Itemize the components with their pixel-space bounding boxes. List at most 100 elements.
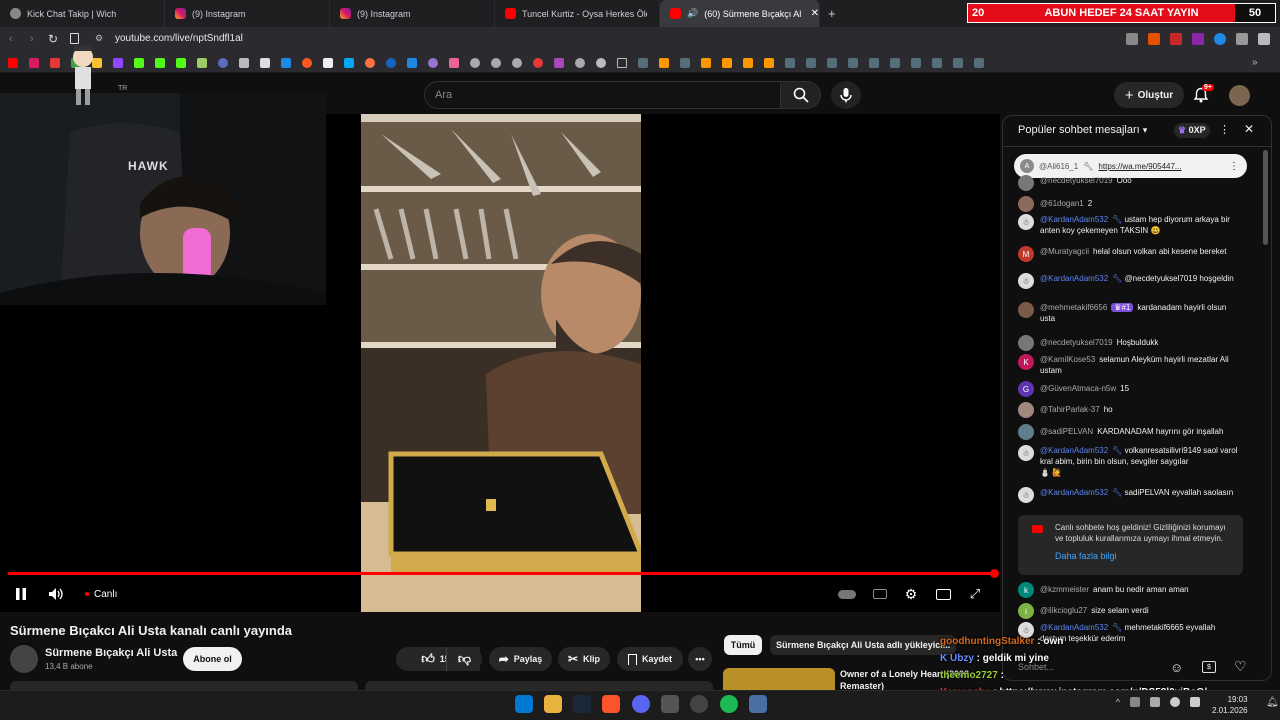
subscribe-button[interactable]: Abone ol (183, 647, 242, 671)
bookmark-icon[interactable] (386, 58, 396, 68)
url-field[interactable]: youtube.com/live/nptSndfl1al (115, 33, 243, 44)
bookmark-icon[interactable] (764, 58, 774, 68)
super-chat-icon[interactable]: $ (1202, 661, 1216, 673)
close-chat-icon[interactable]: ✕ (1244, 122, 1254, 136)
steam-icon[interactable] (680, 58, 690, 68)
chat-author[interactable]: @Muratyagcii (1040, 247, 1089, 256)
kick-icon[interactable] (176, 58, 186, 68)
scrubber-handle[interactable] (990, 569, 999, 578)
close-tab-icon[interactable]: ✕ (811, 8, 819, 19)
steam-icon[interactable] (785, 58, 795, 68)
tray-icon[interactable] (1150, 697, 1160, 707)
bookmark-icon[interactable] (491, 58, 501, 68)
new-tab-button[interactable]: + (828, 6, 836, 21)
bookmark-icon[interactable] (743, 58, 753, 68)
chat-mode-dropdown[interactable]: Popüler sohbet mesajları ▾ (1018, 124, 1147, 136)
channel-name[interactable]: Sürmene Bıçakçı Ali Usta (45, 647, 177, 659)
steam-icon[interactable] (932, 58, 942, 68)
forward-icon[interactable]: › (30, 33, 34, 45)
steam-icon[interactable] (890, 58, 900, 68)
chat-author[interactable]: @KamilKose53 (1040, 355, 1095, 364)
extension-icon[interactable] (1126, 33, 1138, 45)
search-input[interactable]: Ara (424, 81, 781, 109)
bookmark-icon[interactable] (365, 58, 375, 68)
bookmark-icon[interactable] (428, 58, 438, 68)
voice-search-button[interactable] (831, 81, 861, 109)
bookmark-icon[interactable] (70, 33, 79, 44)
file-explorer-icon[interactable] (544, 695, 562, 713)
pause-button[interactable] (12, 585, 30, 603)
steam-icon[interactable] (911, 58, 921, 68)
learn-more-link[interactable]: Daha fazla bilgi (1055, 551, 1117, 561)
chat-author[interactable]: @KardanAdam532 (1040, 446, 1108, 455)
bookmark-icon[interactable] (512, 58, 522, 68)
more-icon[interactable]: ⋮ (1229, 161, 1239, 172)
obs-icon[interactable] (690, 695, 708, 713)
brave-shield-icon[interactable] (1148, 33, 1160, 45)
bookmark-icon[interactable] (218, 58, 228, 68)
bookmark-icon[interactable] (407, 58, 417, 68)
discord-icon[interactable] (632, 695, 650, 713)
steam-icon[interactable] (869, 58, 879, 68)
chat-author[interactable]: @KardanAdam532 (1040, 488, 1108, 497)
reddit-icon[interactable] (302, 58, 312, 68)
browser-tab[interactable]: (9) Instagram (165, 0, 330, 27)
clip-button[interactable]: ✂ Klip (558, 647, 610, 671)
reload-icon[interactable]: ↻ (48, 32, 58, 46)
chip-uploader[interactable]: Sürmene Bıçakçı Ali Usta adlı yükleyici.… (770, 635, 957, 655)
app-icon[interactable] (749, 695, 767, 713)
volume-button[interactable] (47, 585, 65, 603)
save-button[interactable]: Kaydet (617, 647, 683, 671)
chat-author[interactable]: @TahirParlak-37 (1040, 405, 1100, 414)
more-bookmarks-icon[interactable]: » (1252, 57, 1258, 68)
kick-icon[interactable] (155, 58, 165, 68)
settings-button[interactable]: ⚙ (902, 585, 920, 603)
create-button[interactable]: + Oluştur (1114, 82, 1184, 108)
menu-icon[interactable] (1258, 33, 1270, 45)
dislike-button[interactable]: 👎︎ (446, 647, 482, 671)
browser-tab[interactable]: (9) Instagram (330, 0, 495, 27)
xp-chip[interactable]: ♛ 0XP (1174, 123, 1210, 138)
extension-icon[interactable] (1214, 33, 1226, 45)
folder-icon[interactable] (617, 58, 627, 68)
fullscreen-button[interactable]: ⤢ (966, 585, 984, 603)
wifi-icon[interactable] (1170, 697, 1180, 707)
bookmark-icon[interactable] (722, 58, 732, 68)
chat-author[interactable]: @necdetyuksel7019 (1040, 176, 1113, 185)
emoji-picker-icon[interactable]: ☺ (1170, 660, 1183, 675)
chat-author[interactable]: @mehmetakif6656 (1040, 303, 1107, 312)
extension-icon[interactable] (1236, 33, 1248, 45)
steam-icon[interactable] (953, 58, 963, 68)
steam-icon[interactable] (827, 58, 837, 68)
search-button[interactable] (781, 81, 821, 109)
live-indicator[interactable]: Canlı (85, 585, 117, 603)
steam-icon[interactable] (974, 58, 984, 68)
browser-tab[interactable]: Kick Chat Takip | Wich (0, 0, 165, 27)
windows-start-icon[interactable] (515, 695, 533, 713)
browser-tab-active[interactable]: 🔊 (60) Sürmene Bıçakçı Ali Usta ✕ (660, 0, 820, 27)
bookmark-icon[interactable] (344, 58, 354, 68)
chat-author[interactable]: @KardanAdam532 (1040, 623, 1108, 632)
more-actions-button[interactable]: ••• (688, 647, 712, 671)
chip-all[interactable]: Tümü (724, 635, 762, 655)
bookmark-icon[interactable] (470, 58, 480, 68)
spotify-icon[interactable] (720, 695, 738, 713)
chevron-up-icon[interactable]: ^ (1116, 697, 1120, 711)
chat-author[interactable]: @KardanAdam532 (1040, 215, 1108, 224)
bookmark-icon[interactable] (533, 58, 543, 68)
share-button[interactable]: ➦ Paylaş (489, 647, 552, 671)
browser-tab[interactable]: Tuncel Kurtiz - Oysa Herkes Öldürür (495, 0, 660, 27)
extension-icon[interactable] (1170, 33, 1182, 45)
live-progress-bar[interactable] (8, 572, 994, 575)
extension-icon[interactable] (1192, 33, 1204, 45)
chat-author[interactable]: @necdetyuksel7019 (1040, 338, 1113, 347)
bookmark-icon[interactable] (701, 58, 711, 68)
bookmark-icon[interactable] (575, 58, 585, 68)
bookmark-icon[interactable] (239, 58, 249, 68)
brave-browser-icon[interactable] (602, 695, 620, 713)
kick-icon[interactable] (134, 58, 144, 68)
description-box[interactable] (10, 681, 358, 690)
bookmark-icon[interactable] (197, 58, 207, 68)
back-icon[interactable]: ‹ (9, 33, 13, 45)
avatar[interactable] (1229, 85, 1250, 106)
